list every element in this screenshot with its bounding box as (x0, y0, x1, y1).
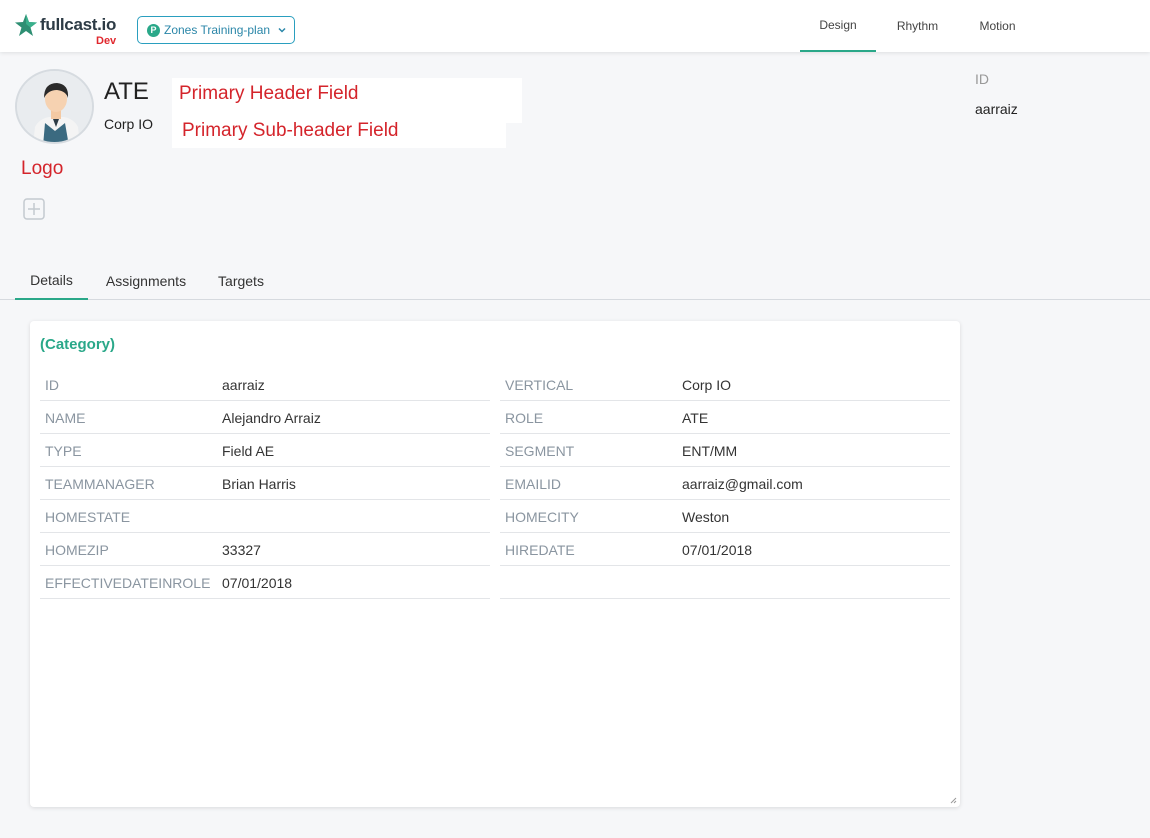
plan-badge-icon: P (147, 23, 160, 37)
brand-name: fullcast.io (40, 15, 117, 34)
field-label: ID (45, 377, 59, 393)
field-label: TYPE (45, 443, 82, 459)
star-logo-icon (15, 14, 37, 36)
logo-annotation: Logo (21, 158, 64, 179)
field-row: NAME Alejandro Arraiz (40, 401, 490, 434)
primary-header-annotation: Primary Header Field (179, 83, 359, 104)
environment-badge: Dev (96, 35, 117, 47)
field-value: ATE (682, 410, 709, 426)
field-row: EFFECTIVEDATEINROLE 07/01/2018 (40, 566, 490, 599)
field-value: 07/01/2018 (222, 575, 293, 591)
field-value: ENT/MM (682, 443, 738, 459)
field-label: EFFECTIVEDATEINROLE (45, 575, 211, 591)
field-value: 07/01/2018 (682, 542, 753, 558)
field-row: HOMESTATE (40, 500, 490, 533)
field-value: Corp IO (682, 377, 732, 393)
field-row-empty (500, 566, 950, 599)
field-row: ID aarraiz (40, 368, 490, 401)
tab-targets[interactable]: Targets (210, 262, 272, 300)
field-label: HIREDATE (505, 542, 575, 558)
field-label: ROLE (505, 410, 544, 426)
field-value: aarraiz@gmail.com (682, 476, 803, 492)
field-label: SEGMENT (505, 443, 575, 459)
primary-subheader-annotation: Primary Sub-header Field (182, 120, 399, 141)
add-icon[interactable] (23, 198, 45, 220)
field-label: VERTICAL (505, 377, 574, 393)
field-row: ROLE ATE (500, 401, 950, 434)
field-label: NAME (45, 410, 86, 426)
field-row: HOMEZIP 33327 (40, 533, 490, 566)
tab-assignments[interactable]: Assignments (100, 262, 192, 300)
person-avatar-icon (17, 71, 92, 142)
field-value: Brian Harris (222, 476, 296, 492)
avatar (15, 69, 94, 144)
field-row: VERTICAL Corp IO (500, 368, 950, 401)
page-subtitle: Corp IO (104, 116, 154, 132)
field-row: HOMECITY Weston (500, 500, 950, 533)
field-value: Field AE (222, 443, 275, 459)
nav-tab-motion[interactable]: Motion (960, 0, 1035, 52)
field-value: 33327 (222, 542, 261, 558)
details-card: (Category) ID aarraiz NAME Alejandro Arr… (30, 321, 960, 807)
field-row: EMAILID aarraiz@gmail.com (500, 467, 950, 500)
id-label: ID (975, 71, 989, 87)
field-label: HOMESTATE (45, 509, 131, 525)
field-label: HOMEZIP (45, 542, 109, 558)
id-value: aarraiz (975, 101, 1018, 117)
field-row: TEAMMANAGER Brian Harris (40, 467, 490, 500)
field-row: SEGMENT ENT/MM (500, 434, 950, 467)
nav-tab-design[interactable]: Design (800, 0, 876, 52)
field-label: HOMECITY (505, 509, 579, 525)
brand-logo[interactable]: fullcast.io Dev (14, 13, 124, 49)
field-label: TEAMMANAGER (45, 476, 155, 492)
field-value: aarraiz (222, 377, 265, 393)
resize-handle-icon[interactable] (950, 797, 957, 804)
plan-selector-dropdown[interactable]: P Zones Training-plan (137, 16, 295, 44)
tab-details[interactable]: Details (15, 262, 88, 300)
field-value: Alejandro Arraiz (222, 410, 321, 426)
field-label: EMAILID (505, 476, 562, 492)
field-value: Weston (682, 509, 730, 525)
plan-selector-label: Zones Training-plan (164, 23, 271, 37)
field-row: HIREDATE 07/01/2018 (500, 533, 950, 566)
category-title: (Category) (40, 336, 116, 353)
field-row: TYPE Field AE (40, 434, 490, 467)
page-title: ATE (104, 78, 149, 105)
top-navigation-bar: fullcast.io Dev P Zones Training-plan De… (0, 0, 1150, 52)
chevron-down-icon (278, 27, 286, 33)
nav-tab-rhythm[interactable]: Rhythm (880, 0, 955, 52)
